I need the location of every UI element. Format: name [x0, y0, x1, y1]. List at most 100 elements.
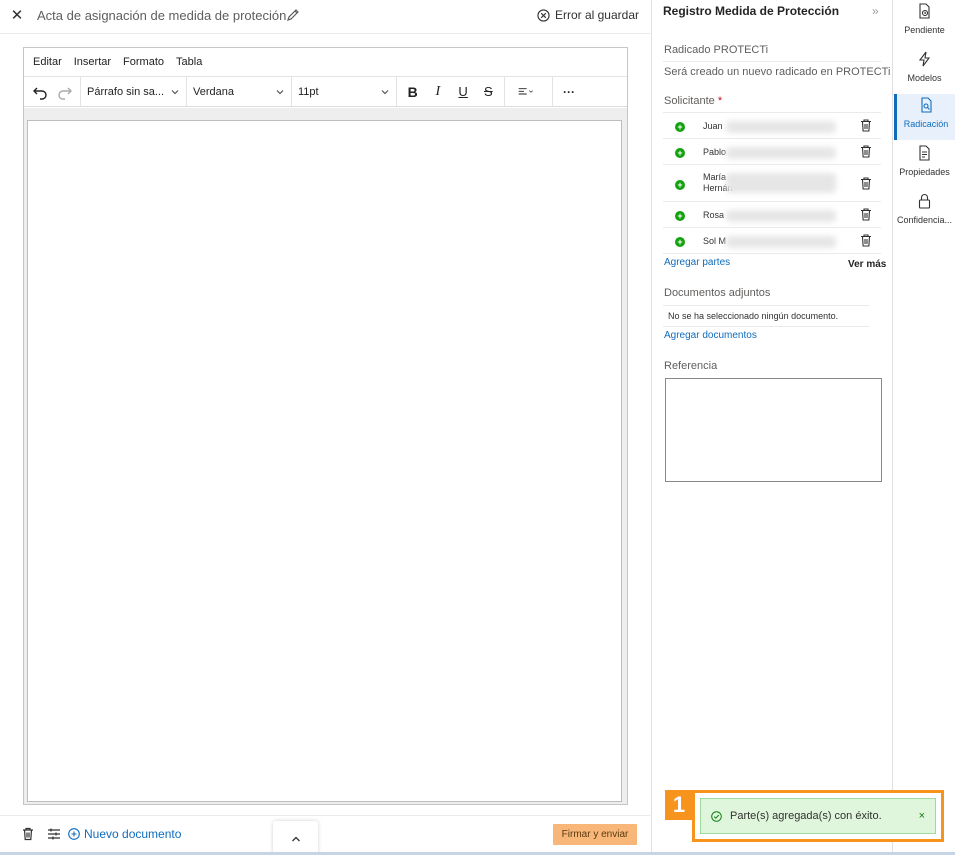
menu-formato[interactable]: Formato: [123, 56, 164, 68]
underline-button[interactable]: U: [454, 82, 473, 102]
editor-toolbar: Párrafo sin sa... Verdana 11pt B I U S ·…: [24, 76, 627, 107]
reference-label: Referencia: [664, 360, 718, 372]
history-group: [24, 77, 81, 106]
add-party-icon[interactable]: +: [675, 122, 685, 132]
party-name: Rosa: [703, 210, 725, 220]
add-party-icon[interactable]: +: [675, 211, 685, 221]
trash-icon[interactable]: [860, 234, 872, 247]
add-documents-link[interactable]: Agregar documentos: [664, 330, 757, 341]
document-canvas: [24, 108, 627, 804]
font-family-value: Verdana: [193, 85, 234, 98]
more-options-button[interactable]: ···: [559, 82, 579, 102]
redacted-text: [726, 121, 836, 133]
menu-tabla[interactable]: Tabla: [176, 56, 202, 68]
rail-label: Radicación: [903, 119, 949, 129]
pencil-icon[interactable]: [285, 7, 301, 23]
party-name: María Hernán: [703, 172, 733, 193]
chevron-up-icon: [291, 836, 300, 841]
divider: [663, 305, 869, 306]
sign-and-send-button[interactable]: Firmar y enviar: [553, 824, 637, 845]
no-document-text: No se ha seleccionado ningún documento.: [668, 311, 839, 321]
menu-editar[interactable]: Editar: [33, 56, 62, 68]
close-icon[interactable]: ✕: [8, 7, 26, 25]
document-title: Acta de asignación de medida de proteció…: [37, 8, 287, 23]
paragraph-style-select[interactable]: Párrafo sin sa...: [81, 77, 187, 106]
menu-insertar[interactable]: Insertar: [74, 56, 111, 68]
rail-item-pendiente[interactable]: Pendiente: [894, 0, 955, 46]
party-name: Sol M: [703, 236, 727, 246]
reference-field[interactable]: [665, 378, 882, 482]
font-family-select[interactable]: Verdana: [187, 77, 292, 106]
redacted-text: [726, 147, 836, 159]
panel-title: Registro Medida de Protección: [663, 4, 840, 18]
party-row: + María Hernán: [663, 165, 881, 202]
toast-highlight: Parte(s) agregada(s) con éxito. ×: [692, 790, 944, 842]
rail-item-confidencialidad[interactable]: Confidencia...: [894, 190, 955, 236]
pending-doc-icon: [919, 3, 930, 19]
trash-icon[interactable]: [21, 827, 35, 841]
radicado-label: Radicado PROTECTi: [664, 44, 769, 56]
align-group: [505, 77, 553, 106]
font-size-select[interactable]: 11pt: [292, 77, 397, 106]
strikethrough-button[interactable]: S: [479, 82, 498, 102]
new-document-button[interactable]: Nuevo documento: [68, 827, 181, 841]
step-number-badge: 1: [665, 790, 693, 820]
rail-item-radicacion[interactable]: Radicación: [894, 94, 955, 140]
trash-icon[interactable]: [860, 208, 872, 221]
attachments-label: Documentos adjuntos: [664, 287, 771, 299]
settings-sliders-icon[interactable]: [47, 827, 61, 841]
party-row: + Sol M: [663, 228, 881, 254]
chevron-down-icon: [276, 89, 284, 94]
filing-doc-icon: [920, 97, 932, 113]
save-status-label: Error al guardar: [554, 8, 639, 22]
redacted-text: [726, 236, 836, 248]
lock-icon: [918, 194, 931, 209]
undo-icon[interactable]: [30, 82, 49, 102]
add-party-icon[interactable]: +: [675, 148, 685, 158]
align-left-icon[interactable]: [511, 82, 541, 102]
required-mark: *: [717, 95, 723, 107]
see-more-link[interactable]: Ver más: [848, 259, 886, 270]
radicado-value: Será creado un nuevo radicado en PROTECT…: [664, 66, 891, 78]
parties-list: + Juan + Pablo + María Hernán + Rosa + S…: [663, 113, 881, 254]
party-name: Juan: [703, 121, 723, 131]
rail-label: Pendiente: [904, 25, 945, 35]
rail-item-modelos[interactable]: Modelos: [894, 48, 955, 94]
rail-item-propiedades[interactable]: Propiedades: [894, 142, 955, 188]
add-party-icon[interactable]: +: [675, 237, 685, 247]
error-circle-icon: [537, 8, 550, 22]
italic-button[interactable]: I: [428, 82, 447, 102]
rail-label: Modelos: [907, 73, 942, 83]
add-parties-link[interactable]: Agregar partes: [664, 257, 730, 268]
document-page[interactable]: [27, 120, 622, 802]
rail-label: Propiedades: [899, 167, 950, 177]
new-document-label: Nuevo documento: [84, 827, 182, 841]
divider: [663, 326, 869, 327]
close-icon[interactable]: ×: [919, 810, 925, 822]
trash-icon[interactable]: [860, 119, 872, 132]
plus-circle-icon: [68, 828, 80, 840]
party-row: + Juan: [663, 113, 881, 139]
add-party-icon[interactable]: +: [675, 180, 685, 190]
filing-panel: Registro Medida de Protección » Radicado…: [653, 0, 893, 855]
toast-message: Parte(s) agregada(s) con éxito.: [730, 810, 882, 822]
text-format-group: B I U S: [397, 77, 505, 106]
rich-text-editor: Editar Insertar Formato Tabla Párrafo si…: [23, 47, 628, 805]
solicitante-label-text: Solicitante: [664, 95, 715, 107]
trash-icon[interactable]: [860, 145, 872, 158]
success-toast: Parte(s) agregada(s) con éxito. ×: [700, 798, 936, 834]
save-error-status[interactable]: Error al guardar: [537, 8, 639, 22]
redo-icon[interactable]: [55, 82, 74, 102]
bold-button[interactable]: B: [403, 82, 422, 102]
party-row: + Rosa: [663, 202, 881, 228]
expand-panel-icon[interactable]: »: [872, 4, 879, 18]
expand-panel-button[interactable]: [273, 821, 318, 855]
check-circle-icon: [711, 810, 722, 822]
properties-doc-icon: [919, 145, 930, 161]
document-header: ✕ Acta de asignación de medida de protec…: [0, 0, 652, 34]
trash-icon[interactable]: [860, 177, 872, 190]
divider: [663, 61, 881, 62]
editor-pane: ✕ Acta de asignación de medida de protec…: [0, 0, 652, 855]
redacted-text: [726, 210, 836, 222]
solicitante-label: Solicitante *: [664, 95, 722, 107]
